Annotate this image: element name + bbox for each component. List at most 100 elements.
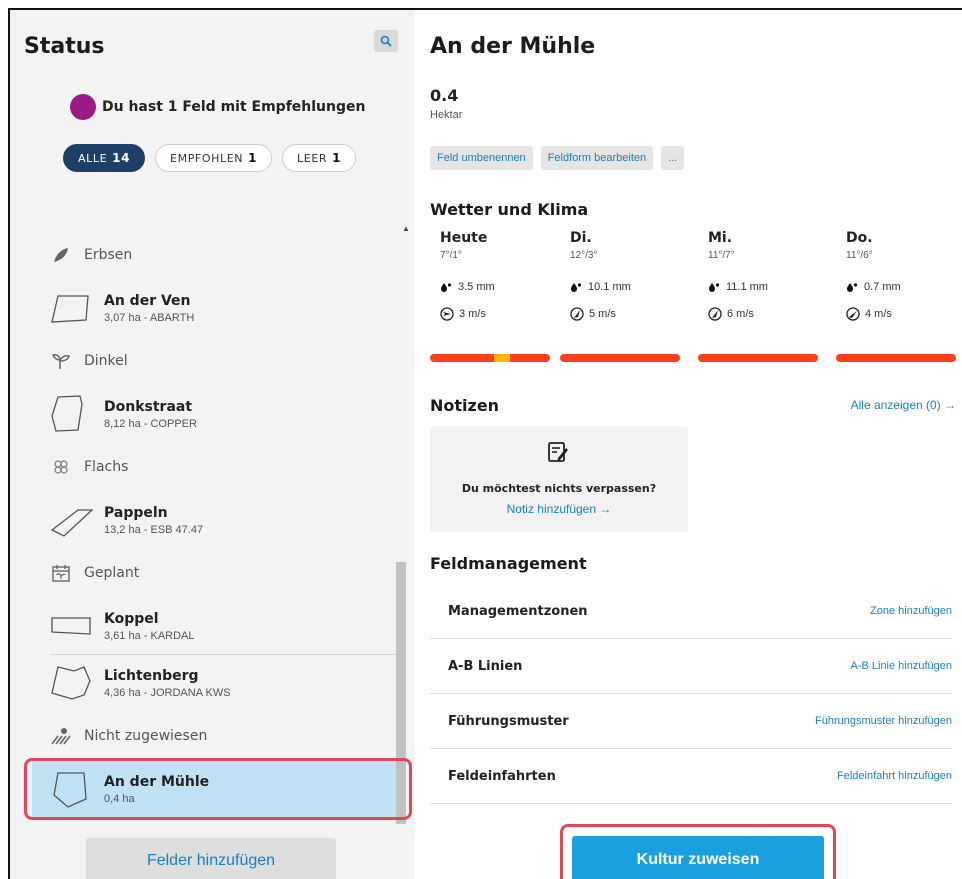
fm-row-label: Managementzonen (448, 603, 588, 619)
day-name: Di. (570, 230, 592, 246)
chip-count: 1 (248, 151, 258, 165)
fm-row-label: A-B Linien (448, 658, 523, 674)
field-item-donkstraat[interactable]: Donkstraat 8,12 ha - COPPER (10, 386, 404, 442)
sprout-icon (50, 350, 72, 372)
search-icon (380, 35, 392, 47)
field-name: Lichtenberg (104, 667, 199, 684)
field-item-lichtenberg[interactable]: Lichtenberg 4,36 ha - JORDANA KWS (10, 655, 404, 711)
day-risk-bar (430, 354, 550, 362)
app-frame: Status Du hast 1 Feld mit Empfehlungen A… (8, 8, 962, 879)
field-details: 3,61 ha - KARDAL (104, 629, 195, 642)
forecast-day: Heute 7°/1° 3.5 mm 3 m/s (430, 230, 554, 362)
fm-row-label: Feldeinfahrten (448, 768, 556, 784)
notes-title: Notizen (430, 396, 500, 415)
note-edit-icon (548, 442, 568, 462)
day-risk-bar (836, 354, 956, 362)
add-zone-link[interactable]: Zone hinzufügen (870, 605, 952, 617)
field-title: An der Mühle (430, 34, 596, 59)
category-label: Dinkel (84, 353, 128, 369)
day-rain: 0.7 mm (836, 281, 960, 293)
category-flachs: Flachs (10, 442, 404, 492)
day-rain: 3.5 mm (430, 281, 554, 293)
field-name: Donkstraat (104, 398, 193, 415)
field-name: Pappeln (104, 504, 168, 521)
field-name: Koppel (104, 610, 159, 627)
day-rain: 11.1 mm (698, 281, 822, 293)
raindrop-icon (571, 283, 582, 292)
recommendation-text: Du hast 1 Feld mit Empfehlungen (102, 99, 366, 115)
chip-count: 1 (332, 151, 342, 165)
day-wind: 4 m/s (836, 307, 960, 321)
field-area-unit: Hektar (430, 109, 463, 121)
day-wind: 3 m/s (430, 307, 554, 321)
category-geplant: Geplant (10, 548, 404, 598)
forecast-day: Di. 12°/3° 10.1 mm 5 m/s (560, 230, 684, 362)
field-details: 8,12 ha - COPPER (104, 417, 197, 430)
category-dinkel: Dinkel (10, 336, 404, 386)
chip-empfohlen[interactable]: EMPFOHLEN 1 (155, 144, 273, 172)
chip-leer[interactable]: LEER 1 (282, 144, 357, 172)
field-list-panel: Status Du hast 1 Feld mit Empfehlungen A… (10, 10, 414, 879)
chip-count: 14 (112, 151, 131, 165)
add-guidance-pattern-link[interactable]: Führungsmuster hinzufügen (815, 715, 952, 727)
selected-field-highlight (24, 758, 412, 820)
edit-shape-button[interactable]: Feldform bearbeiten (540, 146, 654, 170)
day-rain: 10.1 mm (560, 281, 684, 293)
category-label: Flachs (84, 459, 129, 475)
add-note-link[interactable]: Notiz hinzufügen → (430, 502, 688, 516)
day-name: Heute (440, 230, 488, 246)
wind-direction-icon (440, 307, 454, 321)
add-fields-button[interactable]: Felder hinzufügen (86, 838, 336, 879)
risk-highlight-segment (494, 354, 510, 362)
rain-value: 3.5 mm (458, 281, 495, 293)
day-risk-bar (698, 354, 818, 362)
field-shape-icon (51, 617, 91, 635)
recommendation-dot-icon (70, 94, 96, 120)
wind-value: 6 m/s (727, 308, 754, 320)
filter-chips: ALLE 14 EMPFOHLEN 1 LEER 1 (63, 144, 357, 172)
field-shape-icon (51, 666, 91, 700)
wind-direction-icon (570, 307, 584, 321)
seeding-icon (50, 725, 72, 747)
day-temperature: 11°/7° (708, 250, 735, 261)
field-shape-icon (51, 395, 83, 432)
field-name: An der Ven (104, 292, 191, 309)
day-risk-bar (560, 354, 680, 362)
show-all-notes-link[interactable]: Alle anzeigen (0) → (851, 398, 956, 412)
assign-crop-button[interactable]: Kultur zuweisen (572, 836, 824, 879)
field-details: 3,07 ha - ABARTH (104, 311, 195, 324)
field-item-pappeln[interactable]: Pappeln 13,2 ha - ESB 47.47 (10, 492, 404, 548)
field-shape-icon (50, 509, 94, 537)
category-nicht-zugewiesen: Nicht zugewiesen (10, 711, 404, 761)
field-item-an-der-ven[interactable]: An der Ven 3,07 ha - ABARTH (10, 280, 404, 336)
fm-row-field-entrances: Feldeinfahrten Feldeinfahrt hinzufügen (430, 749, 952, 804)
chip-label: ALLE (78, 151, 108, 165)
flax-flower-icon (50, 456, 72, 478)
search-button[interactable] (374, 30, 398, 52)
day-wind: 6 m/s (698, 307, 822, 321)
day-wind: 5 m/s (560, 307, 684, 321)
forecast-day: Mi. 11°/7° 11.1 mm 6 m/s (698, 230, 822, 362)
rename-field-button[interactable]: Feld umbenennen (430, 146, 533, 170)
fm-row-management-zones: Managementzonen Zone hinzufügen (430, 584, 952, 639)
chip-alle[interactable]: ALLE 14 (63, 144, 146, 172)
weather-forecast: Heute 7°/1° 3.5 mm 3 m/s Di. 12°/3° 10.1… (430, 230, 960, 366)
forecast-day: Do. 11°/6° 0.7 mm 4 m/s (836, 230, 960, 362)
add-ab-line-link[interactable]: A-B Linie hinzufügen (850, 660, 952, 672)
more-options-button[interactable]: ... (661, 146, 685, 170)
day-name: Mi. (708, 230, 733, 246)
field-details: 13,2 ha - ESB 47.47 (104, 523, 204, 536)
wind-value: 4 m/s (865, 308, 892, 320)
recommendation-banner[interactable]: Du hast 1 Feld mit Empfehlungen (70, 94, 365, 120)
status-title: Status (24, 34, 105, 59)
field-item-koppel[interactable]: Koppel 3,61 ha - KARDAL (10, 598, 404, 654)
category-label: Geplant (84, 565, 140, 581)
field-list: Erbsen An der Ven 3,07 ha - ABARTH Dinke… (10, 230, 404, 817)
add-field-entrance-link[interactable]: Feldeinfahrt hinzufügen (837, 770, 952, 782)
wind-direction-icon (708, 307, 722, 321)
field-management-list: Managementzonen Zone hinzufügen A-B Lini… (430, 584, 952, 804)
category-label: Nicht zugewiesen (84, 728, 208, 744)
wind-value: 5 m/s (589, 308, 616, 320)
calendar-plant-icon (50, 562, 72, 584)
field-management-title: Feldmanagement (430, 554, 587, 573)
